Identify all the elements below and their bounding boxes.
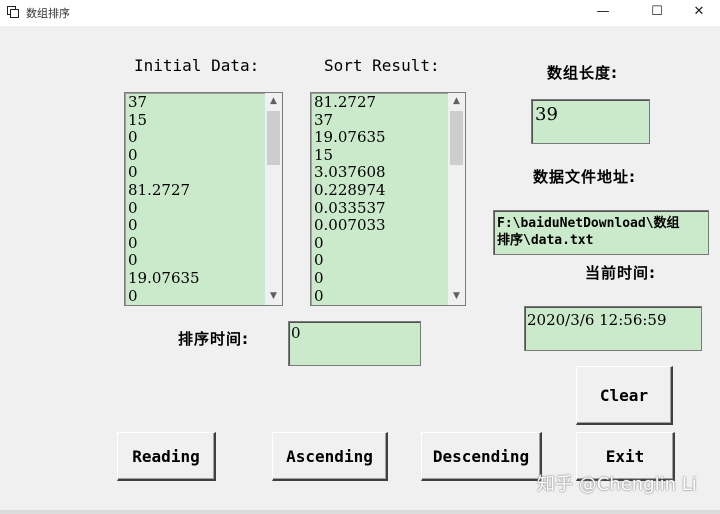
initial-data-scrollbar[interactable]: ▲ ▼ [265, 93, 282, 305]
array-length-value: 39 [535, 104, 558, 125]
scroll-thumb[interactable] [450, 111, 463, 165]
sort-result-scrollbar[interactable]: ▲ ▼ [448, 93, 465, 305]
sort-time-field[interactable]: 0 [288, 321, 421, 366]
list-item[interactable]: 15 [314, 146, 386, 165]
sort-result-listbox[interactable]: 81.2727 37 19.07635 15 3.037608 0.228974 0.033… [310, 92, 466, 306]
scroll-thumb[interactable] [267, 111, 280, 165]
sort-time-value: 0 [291, 324, 301, 342]
list-item[interactable]: 0 [314, 234, 386, 253]
watermark-text: 知乎 @Chenglin Li [537, 474, 697, 495]
current-time-label: 当前时间: [585, 264, 656, 282]
list-item[interactable]: 0 [128, 287, 200, 305]
list-item[interactable]: 0 [128, 234, 200, 253]
scroll-up-arrow-icon[interactable]: ▲ [265, 93, 282, 110]
list-item[interactable]: 15 [128, 111, 200, 130]
list-item[interactable]: 0.033537 [314, 199, 386, 218]
reading-button[interactable]: Reading [117, 432, 216, 481]
data-file-path-field[interactable]: F:\baiduNetDownload\数组 排序\data.txt [493, 210, 709, 255]
initial-data-items: 37 15 0 0 0 81.2727 0 0 0 0 19.07635 0 [128, 93, 200, 305]
file-path-line2: 排序\data.txt [497, 233, 594, 248]
initial-data-label: Initial Data: [134, 56, 260, 75]
window-title: 数组排序 [26, 7, 70, 20]
list-item[interactable]: 0 [128, 164, 200, 182]
maximize-button[interactable]: ☐ [634, 0, 680, 26]
close-button[interactable]: ✕ [676, 0, 720, 26]
scroll-down-arrow-icon[interactable]: ▼ [448, 288, 465, 305]
current-time-field[interactable]: 2020/3/6 12:56:59 [524, 306, 702, 351]
sort-result-label: Sort Result: [324, 56, 440, 75]
title-bar: 数组排序 — ☐ ✕ [0, 0, 720, 26]
descending-button[interactable]: Descending [421, 432, 542, 481]
list-item[interactable]: 81.2727 [314, 93, 386, 112]
list-item[interactable]: 37 [128, 93, 200, 112]
scroll-up-arrow-icon[interactable]: ▲ [448, 93, 465, 110]
bottom-edge [0, 510, 720, 514]
list-item[interactable]: 0 [128, 217, 200, 235]
data-file-path-label: 数据文件地址: [533, 168, 636, 186]
list-item[interactable]: 0 [314, 269, 386, 288]
sort-time-label: 排序时间: [178, 330, 249, 348]
list-item[interactable]: 0 [314, 287, 386, 305]
sort-result-items: 81.2727 37 19.07635 15 3.037608 0.228974 0.033… [314, 93, 386, 305]
list-item[interactable]: 0 [314, 252, 386, 270]
minimize-button[interactable]: — [580, 0, 626, 26]
clear-button[interactable]: Clear [576, 366, 673, 425]
initial-data-listbox[interactable]: 37 15 0 0 0 81.2727 0 0 0 0 19.07635 0 ▲ ▼ [124, 92, 283, 306]
ascending-button[interactable]: Ascending [272, 432, 388, 481]
array-length-label: 数组长度: [547, 64, 618, 82]
scroll-down-arrow-icon[interactable]: ▼ [265, 288, 282, 305]
list-item[interactable]: 0 [128, 252, 200, 270]
list-item[interactable]: 0 [128, 146, 200, 165]
list-item[interactable]: 3.037608 [314, 164, 386, 182]
list-item[interactable]: 19.07635 [128, 269, 200, 288]
list-item[interactable]: 0.228974 [314, 181, 386, 200]
current-time-value: 2020/3/6 12:56:59 [527, 311, 667, 329]
list-item[interactable]: 37 [314, 111, 386, 130]
array-length-field[interactable]: 39 [531, 99, 650, 144]
list-item[interactable]: 0.007033 [314, 217, 386, 235]
list-item[interactable]: 0 [128, 199, 200, 218]
list-item[interactable]: 0 [128, 129, 200, 147]
list-item[interactable]: 19.07635 [314, 129, 386, 147]
list-item[interactable]: 81.2727 [128, 181, 200, 200]
app-icon [7, 6, 19, 18]
